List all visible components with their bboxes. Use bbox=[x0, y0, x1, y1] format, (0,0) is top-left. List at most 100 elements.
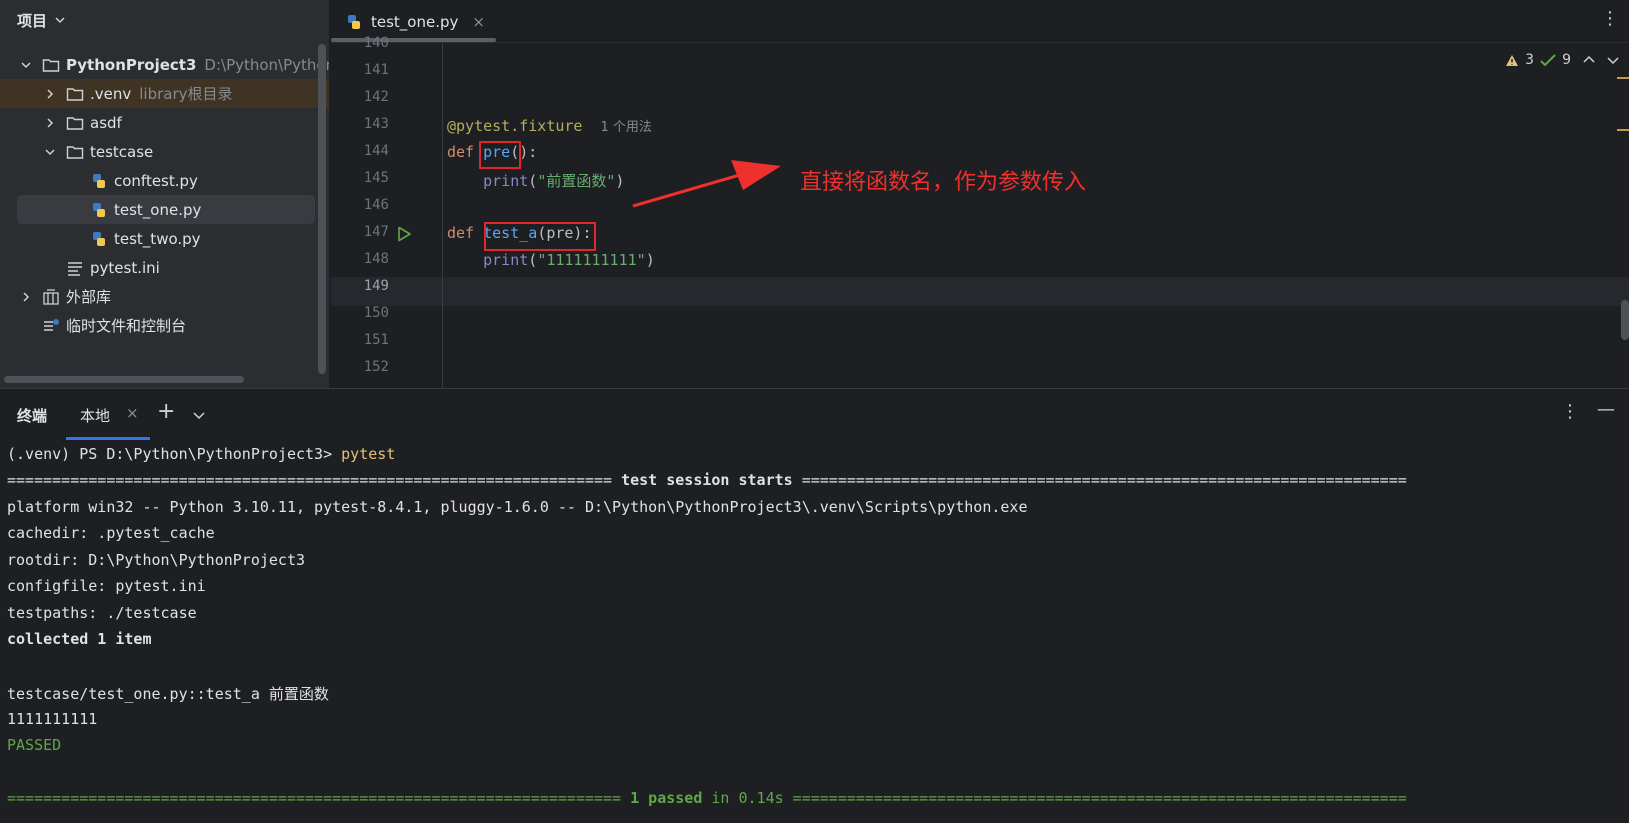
warning-stripe-mark[interactable] bbox=[1617, 129, 1629, 131]
code-line-148[interactable]: print("1111111111") bbox=[447, 251, 655, 269]
ok-count: 9 bbox=[1562, 52, 1571, 68]
chevron-right-icon[interactable] bbox=[20, 291, 32, 303]
line-number: 148 bbox=[363, 251, 389, 267]
terminal-tab-local[interactable]: 本地 bbox=[80, 405, 110, 426]
tree-item-test-one[interactable]: test_one.py bbox=[17, 195, 315, 224]
separator: ========================================… bbox=[7, 789, 631, 807]
string-literal: "1111111111" bbox=[537, 251, 646, 269]
terminal-line-output: 1111111111 bbox=[7, 710, 98, 728]
close-icon[interactable]: × bbox=[472, 13, 485, 31]
line-number: 150 bbox=[363, 305, 389, 321]
line-number: 146 bbox=[363, 197, 389, 213]
tree-item-conftest[interactable]: conftest.py bbox=[0, 166, 329, 195]
tree-item-label: pytest.ini bbox=[90, 258, 160, 277]
add-icon[interactable]: + bbox=[157, 399, 175, 424]
project-title[interactable]: 项目 bbox=[17, 10, 47, 31]
text-file-icon bbox=[68, 261, 82, 276]
folder-icon bbox=[42, 58, 60, 72]
code-line-145[interactable]: print("前置函数") bbox=[447, 170, 624, 191]
python-file-icon bbox=[93, 202, 105, 217]
terminal-line-cachedir: cachedir: .pytest_cache bbox=[7, 524, 215, 542]
tree-item-scratches[interactable]: 临时文件和控制台 bbox=[0, 311, 329, 340]
tree-item-venv[interactable]: .venv library根目录 bbox=[0, 79, 329, 108]
summary-passed: 1 passed bbox=[630, 789, 703, 807]
editor-vertical-scrollbar[interactable] bbox=[1621, 300, 1629, 340]
folder-icon bbox=[66, 145, 84, 159]
tree-item-pytest-ini[interactable]: pytest.ini bbox=[0, 253, 329, 282]
usage-hint[interactable]: 1 个用法 bbox=[601, 120, 652, 135]
tree-item-asdf[interactable]: asdf bbox=[0, 108, 329, 137]
annotation-arrow bbox=[632, 160, 781, 208]
folder-icon bbox=[66, 116, 84, 130]
terminal-line-testpaths: testpaths: ./testcase bbox=[7, 604, 197, 622]
code-line-143[interactable]: @pytest.fixture 1 个用法 bbox=[447, 116, 652, 135]
code-punctuation: ) bbox=[645, 251, 655, 269]
chevron-down-icon[interactable] bbox=[55, 15, 65, 25]
tree-item-project-root[interactable]: PythonProject3 D:\Python\PythonP bbox=[0, 50, 329, 79]
terminal-line-summary: ========================================… bbox=[7, 789, 1407, 807]
tree-item-label: 临时文件和控制台 bbox=[66, 317, 187, 335]
tab-label: test_one.py bbox=[371, 12, 459, 31]
keyword-def: def bbox=[447, 143, 475, 161]
chevron-right-icon[interactable] bbox=[44, 88, 56, 100]
highlight-box-test-a bbox=[484, 222, 596, 251]
line-number: 141 bbox=[363, 62, 389, 78]
scratches-icon bbox=[44, 318, 59, 331]
terminal-line-session: ========================================… bbox=[7, 471, 1407, 489]
chevron-up-icon[interactable] bbox=[1583, 55, 1595, 65]
minimize-icon[interactable]: — bbox=[1597, 399, 1615, 420]
summary-duration: in 0.14s bbox=[702, 789, 784, 807]
warning-icon bbox=[1506, 54, 1519, 66]
tree-item-external-libraries[interactable]: 外部库 bbox=[0, 282, 329, 311]
more-vertical-icon[interactable]: ⋮ bbox=[1601, 8, 1619, 29]
code-punctuation: ( bbox=[528, 172, 538, 190]
line-number: 140 bbox=[363, 35, 389, 51]
terminal-title: 终端 bbox=[17, 407, 48, 425]
more-vertical-icon[interactable]: ⋮ bbox=[1561, 401, 1579, 422]
builtin-print: print bbox=[483, 251, 529, 269]
run-icon[interactable] bbox=[396, 226, 412, 242]
editor-gutter: 140 141 142 143 144 145 146 147 148 149 … bbox=[331, 35, 443, 388]
terminal-line-prompt[interactable]: (.venv) PS D:\Python\PythonProject3> pyt… bbox=[7, 445, 395, 463]
project-header[interactable]: 项目 bbox=[0, 0, 329, 40]
terminal-panel: 终端 本地 × + ⋮ — (.venv) PS D:\Python\Pytho… bbox=[0, 388, 1629, 823]
library-icon bbox=[43, 288, 59, 305]
chevron-down-icon[interactable] bbox=[44, 146, 56, 158]
close-icon[interactable]: × bbox=[126, 404, 139, 422]
line-number: 142 bbox=[363, 89, 389, 105]
line-number: 147 bbox=[363, 224, 389, 240]
editor-panel: test_one.py × ⋮ 140 141 142 143 144 145 … bbox=[331, 0, 1629, 388]
project-horizontal-scrollbar[interactable] bbox=[4, 376, 244, 383]
line-number: 144 bbox=[363, 143, 389, 159]
separator: ========================================… bbox=[792, 471, 1407, 489]
terminal-line-collected: collected 1 item bbox=[7, 630, 152, 648]
chevron-down-icon[interactable] bbox=[20, 59, 32, 71]
terminal-line-rootdir: rootdir: D:\Python\PythonProject3 bbox=[7, 551, 306, 569]
code-punctuation: ( bbox=[528, 251, 538, 269]
tree-item-label: test_one.py bbox=[114, 200, 202, 219]
python-file-icon bbox=[93, 231, 105, 246]
editor-tab-bar: test_one.py × ⋮ bbox=[331, 0, 1629, 43]
inspection-widget[interactable]: 3 9 bbox=[1505, 52, 1619, 68]
tree-item-testcase[interactable]: testcase bbox=[0, 137, 329, 166]
tree-item-label: test_two.py bbox=[114, 229, 201, 248]
separator: ========================================… bbox=[783, 789, 1407, 807]
tree-item-label: asdf bbox=[90, 113, 122, 132]
separator: ========================================… bbox=[7, 471, 622, 489]
line-number: 151 bbox=[363, 332, 389, 348]
highlight-box-pre bbox=[479, 141, 521, 169]
warning-stripe-mark[interactable] bbox=[1617, 77, 1629, 79]
tree-item-hint: library根目录 bbox=[139, 85, 233, 103]
chevron-down-icon[interactable] bbox=[1607, 55, 1619, 65]
chevron-right-icon[interactable] bbox=[44, 117, 56, 129]
folder-icon bbox=[66, 87, 84, 101]
terminal-prompt: (.venv) PS D:\Python\PythonProject3> bbox=[7, 445, 342, 463]
tree-item-test-two[interactable]: test_two.py bbox=[0, 224, 329, 253]
terminal-line-test: testcase/test_one.py::test_a 前置函数 bbox=[7, 685, 329, 703]
project-vertical-scrollbar[interactable] bbox=[318, 44, 326, 374]
chevron-down-icon[interactable] bbox=[193, 409, 205, 421]
tree-item-label: 外部库 bbox=[66, 288, 112, 306]
tree-item-label: conftest.py bbox=[114, 171, 198, 190]
tree-item-label: PythonProject3 bbox=[66, 55, 197, 74]
string-literal: "前置函数" bbox=[537, 172, 616, 190]
